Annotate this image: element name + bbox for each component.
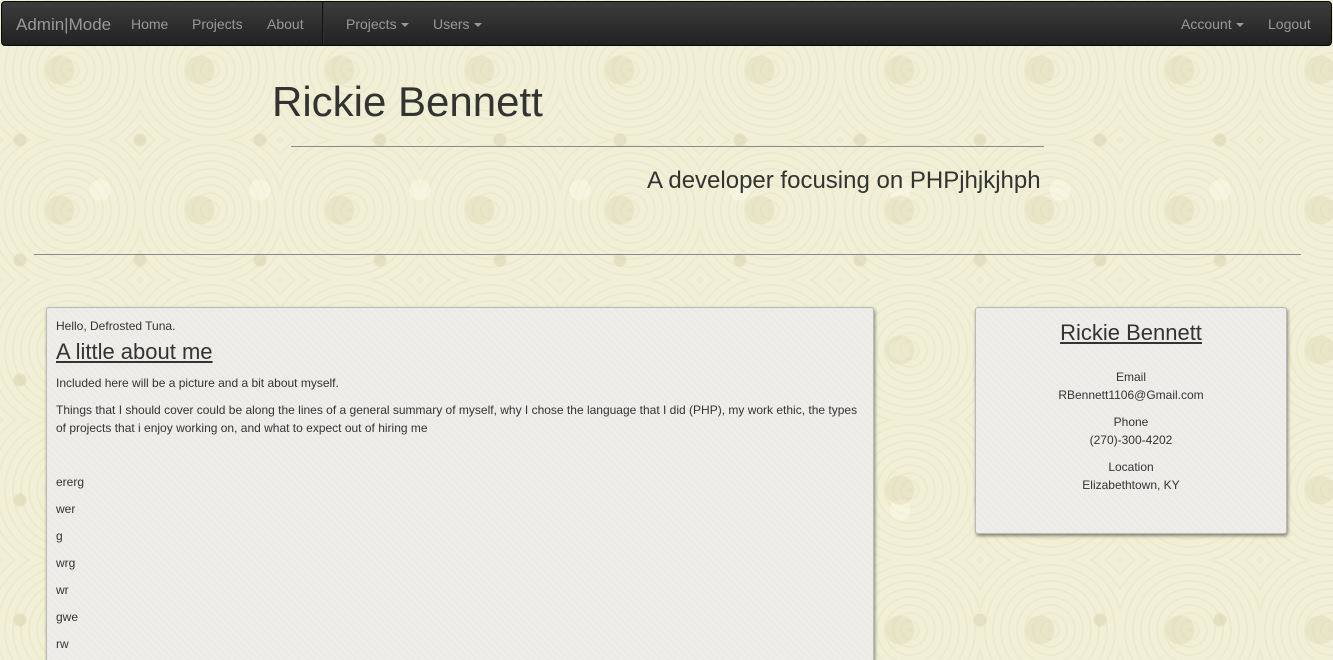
contact-email-block: Email RBennett1106@Gmail.com — [976, 368, 1286, 404]
page-title: Rickie Bennett — [272, 78, 543, 125]
list-item: wer — [56, 502, 76, 516]
greeting-text: Hello, Defrosted Tuna. — [56, 319, 176, 333]
contact-phone-block: Phone (270)-300-4202 — [976, 413, 1286, 449]
top-navbar: Admin|Mode Home Projects About Projects … — [1, 1, 1332, 46]
contact-name: Rickie Bennett — [1060, 320, 1202, 345]
nav-users-dropdown[interactable]: Users — [433, 2, 482, 47]
contact-location-block: Location Elizabethtown, KY — [976, 458, 1286, 494]
list-item: g — [56, 529, 63, 543]
nav-home[interactable]: Home — [131, 2, 168, 47]
nav-about[interactable]: About — [267, 2, 304, 47]
nav-divider — [322, 2, 324, 45]
phone-value: (270)-300-4202 — [1089, 433, 1173, 447]
brand-link[interactable]: Admin|Mode — [16, 2, 111, 47]
list-item: gwe — [56, 610, 79, 624]
list-item: rw — [56, 637, 69, 651]
about-panel: Hello, Defrosted Tuna. A little about me… — [46, 307, 874, 660]
about-heading: A little about me — [56, 339, 213, 364]
nav-projects[interactable]: Projects — [192, 2, 243, 47]
list-item: wrg — [56, 556, 76, 570]
about-paragraph: Things that I should cover could be alon… — [56, 403, 858, 435]
nav-projects-dropdown[interactable]: Projects — [346, 2, 409, 47]
list-item: ererg — [56, 475, 85, 489]
email-value: RBennett1106@Gmail.com — [1058, 388, 1204, 402]
caret-down-icon — [400, 23, 409, 28]
nav-account-label: Account — [1181, 16, 1232, 32]
contact-panel: Rickie Bennett Email RBennett1106@Gmail.… — [975, 307, 1287, 534]
nav-users-dropdown-label: Users — [433, 16, 470, 32]
page-subtitle: A developer focusing on PHPjhjkjhph — [647, 167, 1041, 194]
caret-down-icon — [473, 23, 482, 28]
list-item: wr — [56, 583, 69, 597]
email-label: Email — [1115, 370, 1146, 384]
caret-down-icon — [1235, 23, 1244, 28]
nav-logout[interactable]: Logout — [1268, 2, 1311, 47]
location-value: Elizabethtown, KY — [1082, 478, 1180, 492]
phone-label: Phone — [1113, 415, 1149, 429]
title-divider — [291, 146, 1044, 147]
about-paragraph: Included here will be a picture and a bi… — [56, 376, 339, 390]
header-divider — [34, 254, 1301, 255]
location-label: Location — [1108, 460, 1154, 474]
nav-account-dropdown[interactable]: Account — [1181, 2, 1244, 47]
nav-projects-dropdown-label: Projects — [346, 16, 397, 32]
